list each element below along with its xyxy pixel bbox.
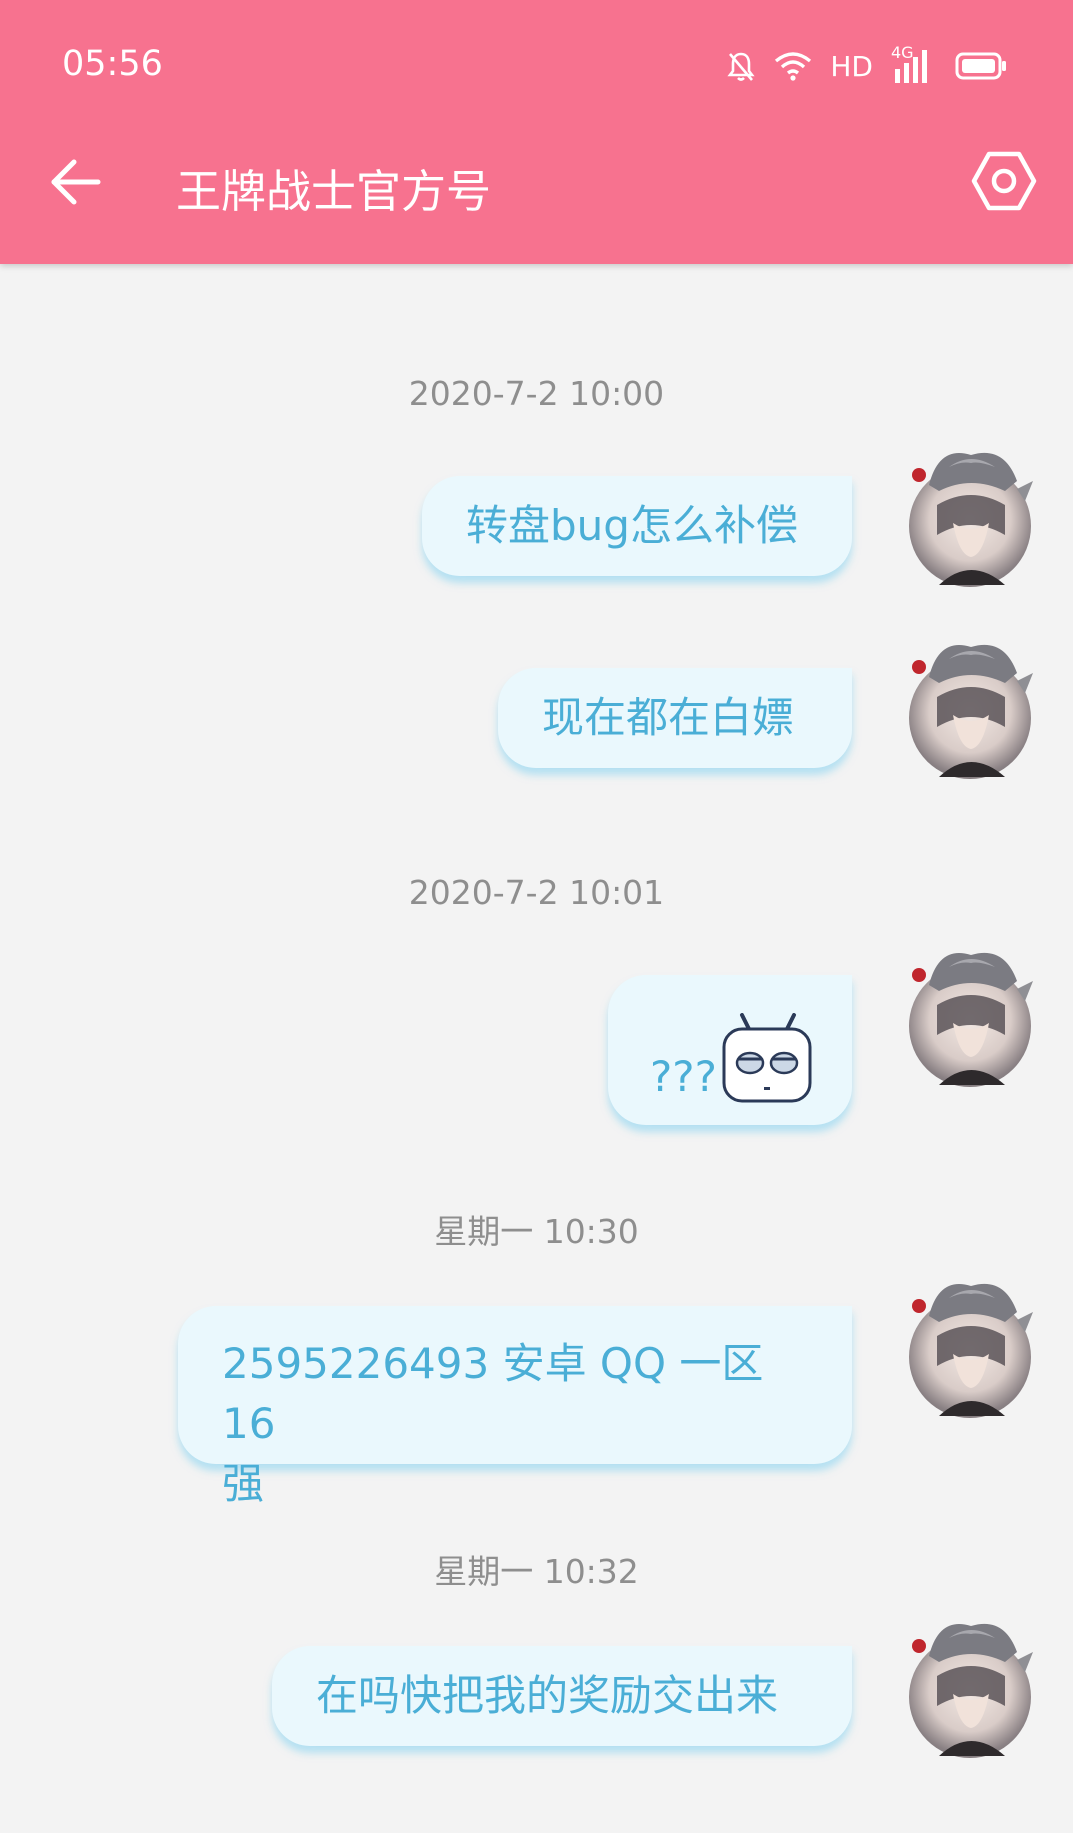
signal-icon: 4G [891,43,937,85]
message-text: 转盘bug怎么补偿 [466,501,798,550]
message-bubble[interactable]: 转盘bug怎么补偿 [422,476,852,576]
status-time: 05:56 [62,44,163,84]
avatar[interactable] [909,637,1033,779]
status-icons: HD 4G [726,43,1007,86]
avatar[interactable] [909,945,1033,1087]
hexagon-settings-icon [971,151,1037,211]
message-bubble[interactable]: 2595226493 安卓 QQ 一区 16 强 [178,1306,852,1508]
timestamp: 星期一 10:30 [434,1212,639,1251]
battery-icon [955,52,1006,80]
wifi-icon [775,52,812,81]
message-text-line-1: 2595226493 安卓 QQ 一区 16 [222,1339,764,1448]
bell-off-icon [727,52,755,81]
message-bubble[interactable]: 在吗快把我的奖励交出来 [272,1646,852,1746]
message-text-line-2: 强 [222,1459,265,1508]
arrow-left-icon [51,159,101,205]
message-bubble[interactable]: 现在都在白嫖 [498,668,852,768]
timestamp: 2020-7-2 10:01 [408,873,665,912]
avatar[interactable] [909,445,1033,587]
avatar[interactable] [909,1616,1033,1758]
back-button[interactable] [46,152,106,212]
page-title: 王牌战士官方号 [176,165,492,218]
settings-button[interactable] [971,148,1037,214]
message-bubble[interactable]: ??? [608,975,852,1125]
message-text: 在吗快把我的奖励交出来 [316,1671,779,1720]
network-type-label: HD [830,49,873,83]
timestamp: 星期一 10:32 [434,1552,639,1591]
app-bar: 05:56 HD 4G 王牌战士官方号 [0,0,1073,264]
message-text: ??? [650,1052,717,1101]
robot-face-sticker [722,1013,812,1103]
avatar[interactable] [909,1276,1033,1418]
timestamp: 2020-7-2 10:00 [408,374,665,413]
message-text: 现在都在白嫖 [542,693,795,742]
